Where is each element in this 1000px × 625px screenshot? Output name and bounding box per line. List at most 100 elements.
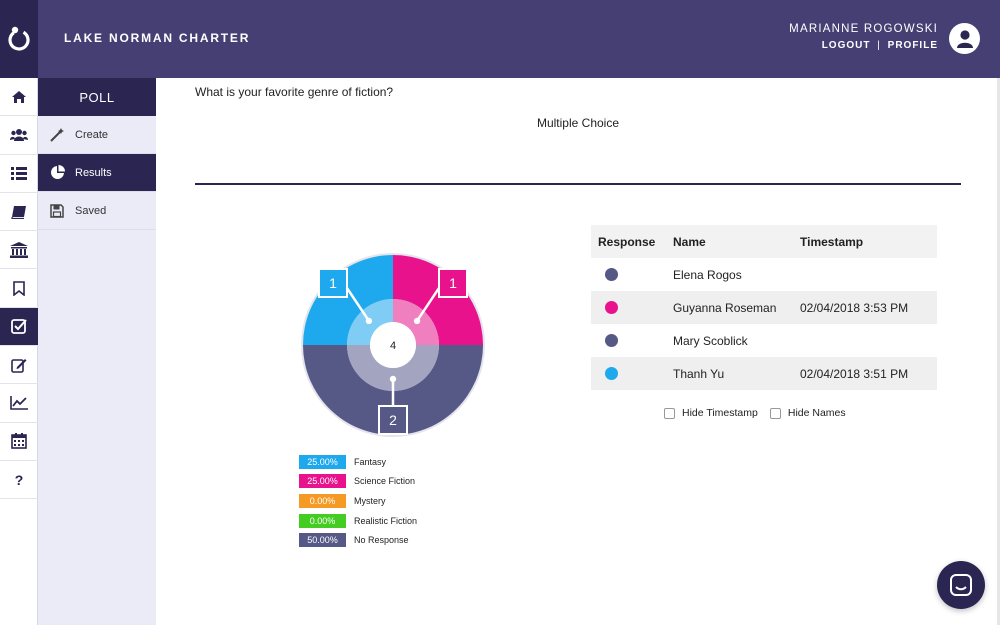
- legend-percent: 50.00%: [299, 533, 346, 548]
- callout-count: 1: [329, 275, 337, 291]
- rail-institution[interactable]: [0, 231, 38, 270]
- row-name: Guyanna Roseman: [673, 300, 777, 315]
- row-timestamp: 02/04/2018 3:53 PM: [800, 300, 909, 315]
- header-response[interactable]: Response: [591, 235, 673, 249]
- results-chart: 4 1 1 2: [296, 248, 490, 442]
- rail-bookmark[interactable]: [0, 269, 38, 308]
- callout-dot: [365, 317, 373, 325]
- legend-item: 0.00% Realistic Fiction: [299, 511, 417, 531]
- floppy-disk-icon: [49, 203, 65, 219]
- poll-subnav: POLL Create Results Saved: [38, 78, 156, 625]
- response-dot: [605, 301, 618, 314]
- table-options: Hide Timestamp Hide Names: [664, 407, 858, 419]
- edit-icon: [11, 358, 27, 373]
- magic-wand-icon: [49, 127, 65, 143]
- app-logo[interactable]: [0, 0, 38, 78]
- subnav-label-results: Results: [75, 166, 112, 179]
- user-links: LOGOUT | PROFILE: [822, 40, 938, 51]
- hide-names-label: Hide Names: [787, 407, 846, 419]
- rail-home[interactable]: [0, 78, 38, 117]
- legend-percent: 0.00%: [299, 513, 346, 528]
- legend-item: 0.00% Mystery: [299, 491, 417, 511]
- legend-item: 50.00% No Response: [299, 530, 417, 550]
- user-icon: [956, 29, 973, 48]
- table-row: Thanh Yu 02/04/2018 3:51 PM: [591, 357, 937, 390]
- response-dot: [605, 268, 618, 281]
- callout-count: 1: [449, 275, 457, 291]
- users-icon: [10, 128, 28, 141]
- legend-percent: 0.00%: [299, 493, 346, 508]
- poll-question: What is your favorite genre of fiction?: [195, 85, 394, 99]
- rail-reports[interactable]: [0, 384, 38, 423]
- callout-count: 2: [389, 412, 397, 428]
- hide-names-checkbox[interactable]: [769, 407, 781, 419]
- legend-percent: 25.00%: [299, 474, 346, 489]
- table-row: Elena Rogos: [591, 258, 937, 291]
- icon-rail: ?: [0, 78, 38, 625]
- subnav-item-results[interactable]: Results: [38, 154, 156, 192]
- logout-link[interactable]: LOGOUT: [822, 40, 871, 51]
- row-name: Elena Rogos: [673, 267, 742, 282]
- calendar-icon: [11, 433, 27, 450]
- logo-icon: [8, 26, 30, 51]
- top-bar: LAKE NORMAN CHARTER MARIANNE ROGOWSKI LO…: [0, 0, 1000, 78]
- avatar[interactable]: [949, 23, 980, 54]
- rail-poll[interactable]: [0, 307, 38, 347]
- home-icon: [12, 90, 26, 103]
- table-row: Mary Scoblick: [591, 324, 937, 357]
- callout-dot: [413, 317, 421, 325]
- legend-label: Mystery: [354, 495, 386, 506]
- hide-names-option[interactable]: Hide Names: [769, 407, 846, 419]
- bookmark-icon: [13, 280, 25, 296]
- rail-books[interactable]: [0, 193, 38, 232]
- subnav-title: POLL: [38, 78, 156, 116]
- row-timestamp: 02/04/2018 3:51 PM: [800, 366, 909, 381]
- rail-help[interactable]: ?: [0, 461, 38, 500]
- help-icon: ?: [14, 471, 24, 488]
- legend-label: Science Fiction: [354, 476, 416, 487]
- legend-label: Realistic Fiction: [354, 515, 418, 526]
- list-icon: [11, 166, 27, 180]
- legend-label: Fantasy: [354, 456, 387, 467]
- chat-launcher[interactable]: [937, 561, 985, 609]
- profile-link[interactable]: PROFILE: [888, 40, 938, 51]
- line-chart-icon: [10, 396, 28, 410]
- rail-list[interactable]: [0, 155, 38, 193]
- pie-center-label: 4: [390, 340, 396, 352]
- subnav-label-saved: Saved: [75, 204, 107, 217]
- section-divider: [195, 183, 961, 185]
- poll-type: Multiple Choice: [536, 116, 620, 130]
- pie-chart-icon: [49, 165, 65, 181]
- subnav-item-saved[interactable]: Saved: [38, 192, 156, 230]
- link-separator: |: [877, 40, 881, 51]
- subnav-item-create[interactable]: Create: [38, 116, 156, 154]
- row-name: Thanh Yu: [673, 366, 725, 381]
- institution-icon: [10, 241, 28, 258]
- row-name: Mary Scoblick: [673, 333, 748, 348]
- legend-item: 25.00% Fantasy: [299, 452, 417, 472]
- rail-groups[interactable]: [0, 116, 38, 155]
- checkbox-icon: [11, 319, 27, 335]
- rail-edit[interactable]: [0, 346, 38, 385]
- header-name[interactable]: Name: [673, 235, 800, 249]
- header-timestamp[interactable]: Timestamp: [800, 235, 937, 249]
- hide-timestamp-checkbox[interactable]: [664, 407, 675, 419]
- book-icon: [11, 205, 26, 219]
- chart-legend: 25.00% Fantasy 25.00% Science Fiction 0.00% M…: [299, 452, 417, 550]
- hide-timestamp-label: Hide Timestamp: [682, 407, 758, 419]
- user-name: MARIANNE ROGOWSKI: [789, 23, 938, 35]
- callout-dot: [389, 375, 397, 383]
- rail-calendar[interactable]: [0, 423, 38, 461]
- legend-percent: 25.00%: [299, 454, 346, 469]
- pie-chart-svg: 4 1 1 2: [301, 253, 485, 437]
- table-header: Response Name Timestamp: [591, 225, 937, 258]
- chat-icon: [950, 574, 972, 596]
- response-dot: [605, 367, 618, 380]
- legend-item: 25.00% Science Fiction: [299, 472, 417, 492]
- hide-timestamp-option[interactable]: Hide Timestamp: [664, 407, 758, 419]
- table-row: Guyanna Roseman 02/04/2018 3:53 PM: [591, 291, 937, 324]
- response-dot: [605, 334, 618, 347]
- subnav-label-create: Create: [75, 128, 109, 141]
- responses-table: Response Name Timestamp Elena Rogos Guya…: [591, 225, 937, 390]
- brand-name: LAKE NORMAN CHARTER: [64, 31, 251, 45]
